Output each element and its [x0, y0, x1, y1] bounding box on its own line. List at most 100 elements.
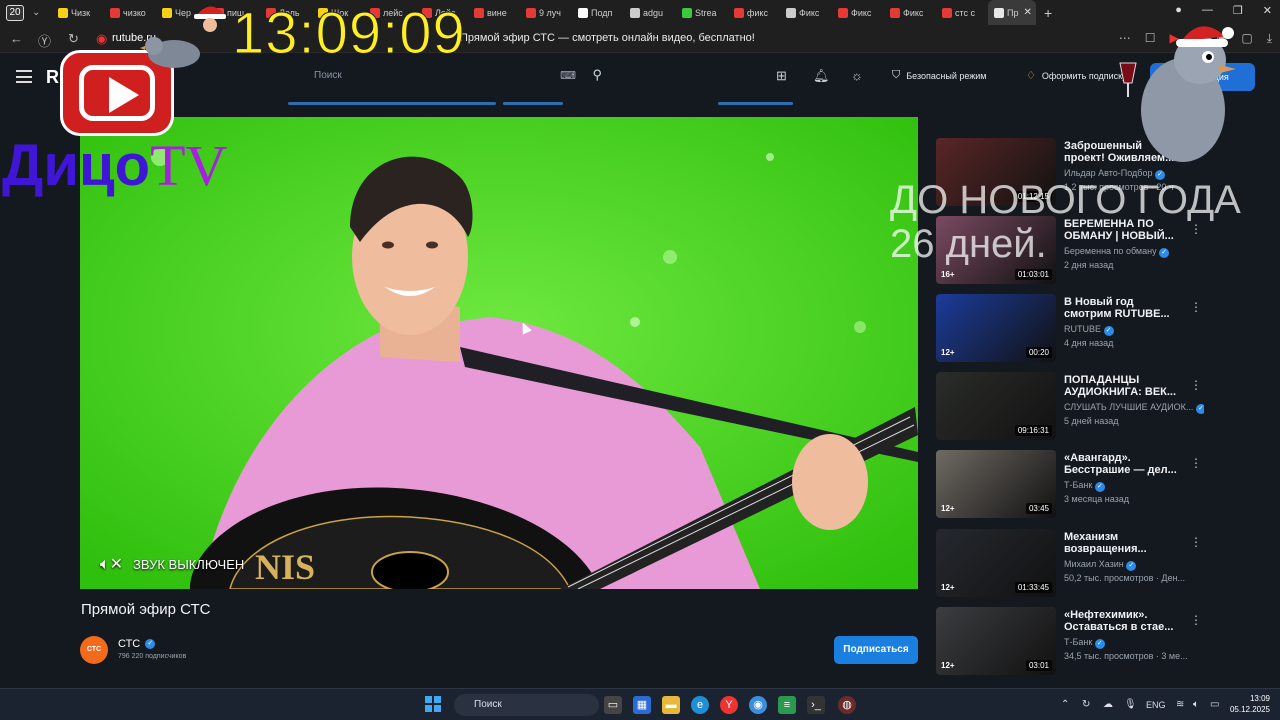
more-options-icon[interactable]: ⋮ — [1190, 378, 1202, 392]
recommendation-thumbnail[interactable]: 12+ 03:01 — [936, 607, 1056, 675]
notifications-bell-icon[interactable]: 🔔︎ — [813, 68, 830, 84]
recommendation-thumbnail[interactable]: 09:16:31 — [936, 372, 1056, 440]
recommendation-card[interactable]: 12+ 03:45 «Авангард». Бесстрашие — дел... Т… — [936, 450, 1204, 518]
search-icon[interactable]: ⚲ — [592, 67, 602, 83]
tab-label: Фикс — [851, 7, 872, 18]
back-icon[interactable]: ← — [10, 31, 23, 46]
task-view-icon[interactable]: ▭ — [604, 696, 622, 714]
tab-label: Фикс — [903, 7, 924, 18]
terminal-icon[interactable]: ›_ — [807, 696, 825, 714]
recommendation-channel[interactable]: Т-Банк ✓ — [1064, 637, 1204, 649]
tab-count-badge[interactable]: 20 — [6, 4, 24, 21]
recommendation-channel-name[interactable]: Т-Банк — [1064, 637, 1092, 647]
recommendation-channel[interactable]: Михаил Хазин ✓ — [1064, 559, 1204, 571]
tab-active[interactable]: Пр ✕ — [988, 0, 1036, 25]
recommendation-title[interactable]: ПОПАДАНЦЫ АУДИОКНИГА: ВЕК... — [1064, 374, 1184, 398]
keyboard-icon[interactable]: ⌨ — [560, 69, 576, 82]
recommendation-title[interactable]: В Новый год смотрим RUTUBE... — [1064, 296, 1184, 320]
browser-tab[interactable]: Фикс — [780, 0, 832, 25]
explorer-icon[interactable]: ▬ — [662, 696, 680, 714]
recommendation-channel[interactable]: СЛУШАТЬ ЛУЧШИЕ АУДИОК... ✓ — [1064, 402, 1204, 414]
site-security-icon[interactable]: ◉ — [96, 31, 107, 47]
battery-icon[interactable]: ▭ — [1210, 699, 1219, 710]
page-title-text[interactable]: Прямой эфир СТС — смотреть онлайн видео,… — [460, 32, 755, 44]
close-tab-icon[interactable]: ✕ — [1023, 7, 1031, 18]
age-rating: 12+ — [941, 348, 955, 357]
volume-icon[interactable]: 🔈︎ — [1193, 699, 1199, 710]
store-icon[interactable]: ▦ — [633, 696, 651, 714]
wifi-icon[interactable]: ≋ — [1176, 699, 1184, 710]
recommendation-channel[interactable]: Т-Банк ✓ — [1064, 480, 1204, 492]
browser-tab[interactable]: Подп — [572, 0, 624, 25]
menu-icon[interactable] — [16, 70, 32, 83]
more-options-icon[interactable]: ⋮ — [1190, 456, 1202, 470]
notepad-icon[interactable]: ≡ — [778, 696, 796, 714]
browser-tab[interactable]: Чизк — [52, 0, 104, 25]
system-clock[interactable]: 13:09 05.12.2025 — [1230, 693, 1270, 715]
verified-icon: ✓ — [1094, 482, 1105, 492]
edge-icon[interactable]: e — [691, 696, 709, 714]
close-window-icon[interactable]: ✕ — [1263, 4, 1272, 17]
browser-tab[interactable]: 9 луч — [520, 0, 572, 25]
browser-tab[interactable]: фикс — [728, 0, 780, 25]
search-box[interactable]: Поиск ⌨ ⚲ — [302, 63, 612, 91]
recommendation-thumbnail[interactable]: 12+ 00:20 — [936, 294, 1056, 362]
more-options-icon[interactable]: ⋮ — [1190, 535, 1202, 549]
recommendation-meta: 34,5 тыс. просмотров · 3 ме... — [1064, 651, 1188, 661]
new-tab-icon[interactable]: + — [1044, 5, 1052, 21]
more-options-icon[interactable]: ⋮ — [1190, 300, 1202, 314]
recommendation-card[interactable]: 12+ 00:20 В Новый год смотрим RUTUBE... RUT… — [936, 294, 1204, 362]
upload-icon[interactable]: ⊞ — [776, 68, 787, 84]
recommendation-channel-name[interactable]: Михаил Хазин — [1064, 559, 1124, 569]
browser-tab[interactable]: вине — [468, 0, 520, 25]
browser-tab[interactable]: чизкo — [104, 0, 156, 25]
more-options-icon[interactable]: ⋮ — [1190, 613, 1202, 627]
subscribe-button[interactable]: Подписаться — [834, 636, 918, 664]
cloud-icon[interactable]: ☁ — [1103, 699, 1113, 710]
verified-icon: ✓ — [1103, 326, 1114, 336]
recommendation-channel-name[interactable]: СЛУШАТЬ ЛУЧШИЕ АУДИОК... — [1064, 402, 1193, 412]
obs-icon[interactable]: ◍ — [838, 696, 856, 714]
site-logo[interactable]: R — [46, 67, 59, 88]
browser-tab[interactable]: adgu — [624, 0, 676, 25]
taskbar-search[interactable]: Поиск — [454, 694, 599, 716]
recommendation-card[interactable]: 09:16:31 ПОПАДАНЦЫ АУДИОКНИГА: ВЕК... СЛУШ… — [936, 372, 1204, 440]
download-icon[interactable]: ⤓ — [1267, 31, 1272, 46]
tray-chevron-icon[interactable]: ⌃ — [1061, 699, 1069, 710]
recommendation-title[interactable]: Механизм возвращения... — [1064, 531, 1184, 555]
browser-tab[interactable]: Фикс — [832, 0, 884, 25]
browser-tab[interactable]: Фикс — [884, 0, 936, 25]
browser-tab[interactable]: Strea — [676, 0, 728, 25]
recommendation-channel[interactable]: RUTUBE ✓ — [1064, 324, 1204, 336]
verified-icon: ✓ — [1094, 639, 1105, 649]
microphone-icon[interactable]: 🎙︎ — [1124, 699, 1137, 710]
theme-toggle-icon[interactable]: ☼ — [851, 68, 863, 83]
channel-name[interactable]: СТС — [118, 638, 140, 650]
recommendation-channel-name[interactable]: Т-Банк — [1064, 480, 1092, 490]
recommendation-card[interactable]: 12+ 03:01 «Нефтехимик». Оставаться в стае.… — [936, 607, 1204, 675]
tray-app-icon[interactable]: ↻ — [1082, 699, 1090, 710]
browser-tab[interactable]: стс с — [936, 0, 988, 25]
tab-list-chevron-icon[interactable]: ⌄ — [32, 7, 46, 18]
recommendation-channel-name[interactable]: RUTUBE — [1064, 324, 1101, 334]
mute-indicator[interactable]: 🔈︎✕ ЗВУК ВЫКЛЮЧЕН — [100, 554, 244, 574]
recommendation-title[interactable]: «Авангард». Бесстрашие — дел... — [1064, 452, 1184, 476]
language-indicator[interactable]: ENG — [1146, 700, 1166, 710]
channel-name-row[interactable]: СТС ✓ — [118, 638, 156, 650]
yandex-home-icon[interactable]: Ⓨ — [38, 31, 51, 50]
safe-mode-toggle[interactable]: ⛉ Безопасный режим — [892, 69, 987, 82]
yandex-browser-icon[interactable]: Y — [720, 696, 738, 714]
shield-icon: ⛉ — [892, 69, 901, 81]
reload-icon[interactable]: ↻ — [68, 31, 79, 47]
recommendation-card[interactable]: 12+ 01:33:45 Механизм возвращения... Михаил… — [936, 529, 1204, 597]
channel-avatar[interactable]: СТС — [80, 636, 108, 664]
safe-mode-label: Безопасный режим — [906, 70, 987, 81]
recommendation-thumbnail[interactable]: 12+ 03:45 — [936, 450, 1056, 518]
recommendation-title[interactable]: «Нефтехимик». Оставаться в стае... — [1064, 609, 1184, 633]
start-icon[interactable] — [425, 696, 441, 712]
recommendation-thumbnail[interactable]: 12+ 01:33:45 — [936, 529, 1056, 597]
search-input[interactable]: Поиск — [314, 70, 342, 81]
tab-label: Чизк — [71, 7, 91, 18]
network-app-icon[interactable]: ◉ — [749, 696, 767, 714]
tab-favicon-icon — [682, 7, 692, 18]
